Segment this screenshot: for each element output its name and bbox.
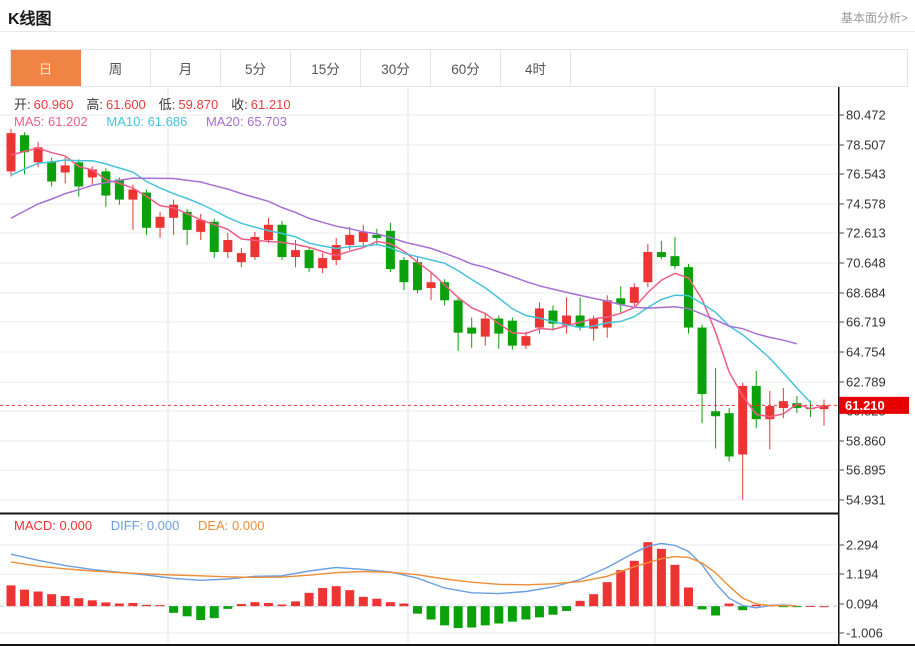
- high-label: 高:: [86, 97, 103, 112]
- tab-4hour[interactable]: 4时: [501, 50, 571, 86]
- candle[interactable]: [237, 248, 246, 267]
- candle[interactable]: [549, 305, 558, 330]
- candle[interactable]: [359, 225, 368, 246]
- ohlc-legend: 开:60.960 高:61.600 低:59.870 收:61.210: [14, 94, 304, 113]
- candle[interactable]: [643, 244, 652, 287]
- y-axis-tick-label: 66.719: [846, 315, 886, 330]
- last-price-badge: 61.210: [839, 397, 909, 414]
- candle[interactable]: [562, 297, 571, 333]
- low-label: 低:: [159, 97, 176, 112]
- macd-legend: MACD: 0.000 DIFF: 0.000 DEA: 0.000: [14, 518, 280, 533]
- candle[interactable]: [278, 221, 287, 260]
- candle[interactable]: [576, 297, 585, 330]
- svg-text:61.210: 61.210: [845, 398, 885, 413]
- candle[interactable]: [427, 272, 436, 300]
- fundamental-analysis-link[interactable]: 基本面分析>: [841, 9, 908, 26]
- diff-readout: DIFF: 0.000: [111, 518, 180, 533]
- ma10-readout: MA10: 61.686: [106, 114, 187, 129]
- candle[interactable]: [169, 200, 178, 235]
- candle[interactable]: [7, 129, 16, 176]
- candle[interactable]: [223, 233, 232, 258]
- ma-legend: MA5: 61.202 MA10: 61.686 MA20: 65.703: [14, 114, 302, 129]
- candle[interactable]: [332, 238, 341, 265]
- y-axis-tick-label: 80.472: [846, 108, 886, 123]
- candle[interactable]: [630, 283, 639, 306]
- y-axis-tick-label: 0.094: [846, 597, 879, 612]
- candle[interactable]: [616, 286, 625, 312]
- candle[interactable]: [698, 325, 707, 424]
- close-label: 收:: [231, 97, 248, 112]
- open-value: 60.960: [34, 97, 74, 112]
- y-axis-tick-label: 2.294: [846, 538, 879, 553]
- y-axis-tick-label: 1.194: [846, 567, 879, 582]
- candle[interactable]: [670, 237, 679, 269]
- candle[interactable]: [481, 312, 490, 345]
- y-axis-tick-label: 78.507: [846, 138, 886, 153]
- tab-week[interactable]: 周: [81, 50, 151, 86]
- ma5-readout: MA5: 61.202: [14, 114, 88, 129]
- tab-30min[interactable]: 30分: [361, 50, 431, 86]
- candlestick-series: [7, 129, 829, 500]
- candle[interactable]: [318, 253, 327, 273]
- tab-5min[interactable]: 5分: [221, 50, 291, 86]
- candle[interactable]: [440, 279, 449, 305]
- candle[interactable]: [156, 212, 165, 238]
- y-axis-tick-label: 70.648: [846, 256, 886, 271]
- y-axis-tick-label: 68.684: [846, 286, 886, 301]
- close-value: 61.210: [251, 97, 291, 112]
- candle[interactable]: [101, 168, 110, 206]
- y-axis-tick-label: 76.543: [846, 167, 886, 182]
- dea-readout: DEA: 0.000: [198, 518, 265, 533]
- candle[interactable]: [454, 297, 463, 351]
- period-tab-bar: 日 周 月 5分 15分 30分 60分 4时: [10, 49, 908, 87]
- y-axis-tick-label: 72.613: [846, 226, 886, 241]
- candle[interactable]: [61, 157, 70, 183]
- candle[interactable]: [725, 408, 734, 462]
- tab-bar-filler: [571, 50, 907, 86]
- y-axis-tick-label: 56.895: [846, 463, 886, 478]
- candle[interactable]: [752, 371, 761, 428]
- candle[interactable]: [684, 264, 693, 333]
- tab-day[interactable]: 日: [11, 50, 81, 86]
- candle[interactable]: [250, 232, 259, 260]
- y-axis-tick-label: 54.931: [846, 493, 886, 508]
- gridlines: [0, 88, 838, 644]
- macd-histogram: [7, 542, 829, 628]
- page-title: K线图: [8, 5, 52, 29]
- header-divider: [0, 31, 915, 32]
- candle[interactable]: [128, 185, 137, 230]
- y-axis-tick-label: 62.789: [846, 375, 886, 390]
- y-axis-tick-label: 74.578: [846, 197, 886, 212]
- tab-60min[interactable]: 60分: [431, 50, 501, 86]
- high-value: 61.600: [106, 97, 146, 112]
- low-value: 59.870: [178, 97, 218, 112]
- macd-readout: MACD: 0.000: [14, 518, 92, 533]
- candle[interactable]: [657, 241, 666, 259]
- candle[interactable]: [305, 247, 314, 272]
- y-axis-labels: 80.472 78.507 76.543 74.578 72.613 70.648 68.6…: [838, 108, 886, 641]
- tab-month[interactable]: 月: [151, 50, 221, 86]
- candle[interactable]: [399, 257, 408, 290]
- tab-15min[interactable]: 15分: [291, 50, 361, 86]
- y-axis-tick-label: 64.754: [846, 345, 886, 360]
- open-label: 开:: [14, 97, 31, 112]
- candle[interactable]: [820, 399, 829, 425]
- y-axis-tick-label: 58.860: [846, 434, 886, 449]
- y-axis-tick-label: -1.006: [846, 626, 883, 641]
- ma20-readout: MA20: 65.703: [206, 114, 287, 129]
- kline-widget: 80.472 78.507 76.543 74.578 72.613 70.648 68.6…: [0, 0, 915, 646]
- candle[interactable]: [711, 368, 720, 449]
